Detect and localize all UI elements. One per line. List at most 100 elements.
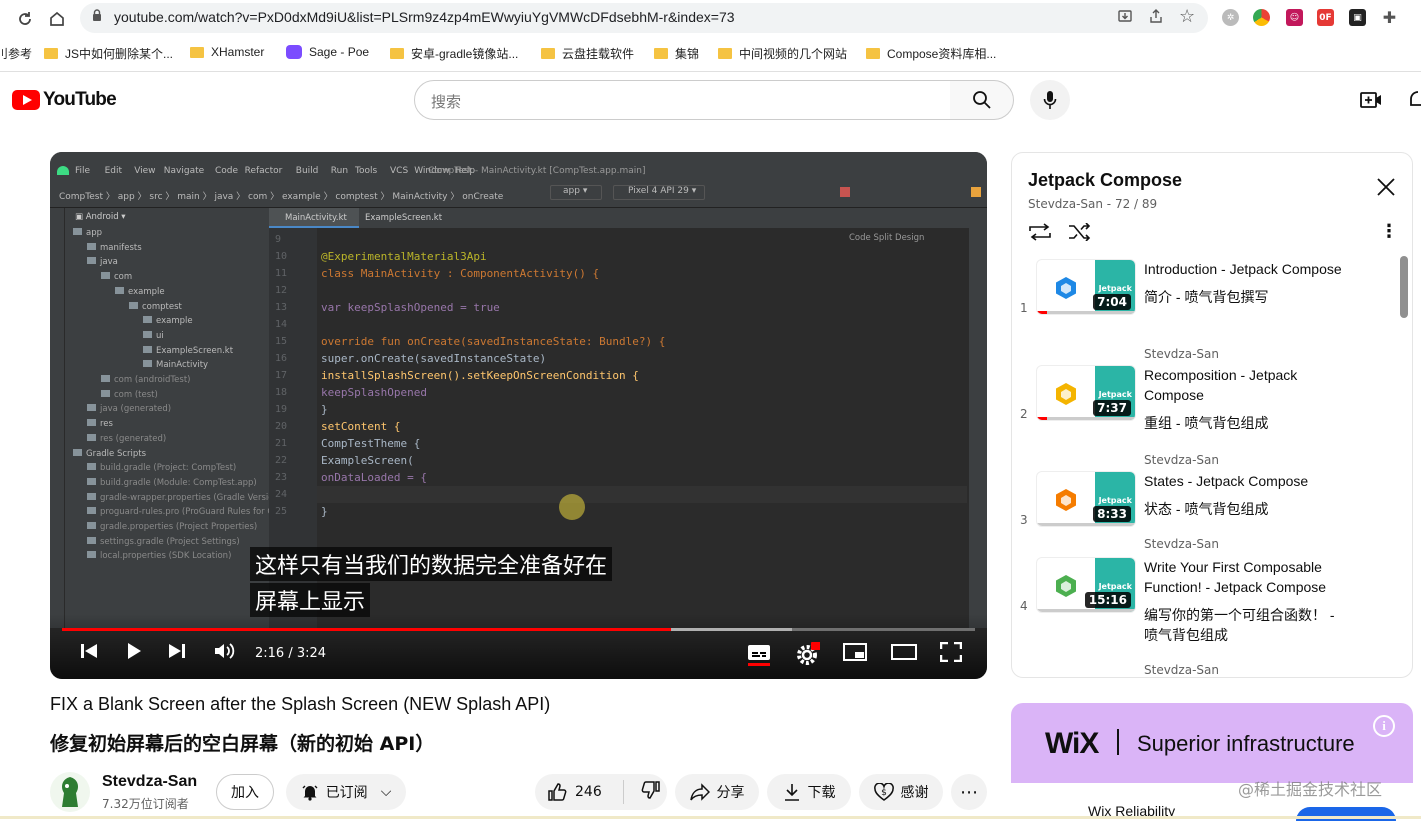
playlist-thumbnail[interactable]: Jetpack 15:16 [1036,557,1136,613]
search-input[interactable]: 搜索 [414,80,951,120]
line-number: 12 [275,285,288,296]
ide-plugin-icon [971,187,981,197]
youtube-logo[interactable]: YouTube [12,89,117,111]
folder-icon [73,448,82,456]
bookmark-6[interactable]: 集锦 [654,45,699,62]
reload-icon[interactable] [12,6,38,32]
like-button[interactable]: 246 [547,782,602,802]
bookmark-5[interactable]: 云盘挂载软件 [541,45,634,62]
bookmark-0[interactable]: 刂参考 [0,45,32,62]
bookmarks-bar: 刂参考 JS中如何删除某个... XHamster Sage - Poe 安卓-… [0,40,1421,66]
run-config-select: app ▾ [550,185,602,200]
volume-icon[interactable] [214,642,236,665]
bell-icon [302,785,318,801]
playlist-item-title: States - Jetpack Compose 状态 - 喷气背包组成 [1144,471,1344,519]
playlist-thumbnail[interactable]: Jetpack 8:33 [1036,471,1136,527]
chevron-down-icon: ⌵ [380,784,392,800]
channel-avatar[interactable] [50,772,90,812]
channel-name[interactable]: Stevdza-San [102,773,197,791]
playlist-item[interactable]: 2 Jetpack 7:37 Recomposition - Jetpack Comp… [1012,365,1402,471]
project-tree-item: com [101,272,132,282]
bookmark-7[interactable]: 中间视频的几个网站 [718,45,847,62]
cursor-highlight [559,494,585,520]
miniplayer-icon[interactable] [843,642,867,667]
code-line: installSplashScreen().setKeepOnScreenCon… [321,369,639,382]
theater-mode-icon[interactable] [891,642,917,667]
ad-info-icon[interactable]: i [1373,715,1395,737]
install-icon[interactable] [1117,8,1133,28]
settings-gear-icon[interactable] [796,642,822,671]
code-line: override fun onCreate(savedInstanceState… [321,335,666,348]
voice-search-button[interactable] [1030,80,1070,120]
playlist-thumbnail[interactable]: Jetpack 7:04 [1036,259,1136,315]
playlist-item[interactable]: 1 Jetpack 7:04 Introduction - Jetpack Compo… [1012,259,1402,365]
next-icon[interactable] [168,642,186,665]
dislike-button[interactable] [641,780,661,804]
bookmark-1[interactable]: JS中如何删除某个... [44,45,173,62]
subtitle-line-2: 屏幕上显示 [250,583,371,617]
notifications-bell-icon[interactable] [1408,89,1421,115]
close-icon[interactable] [1376,177,1396,201]
folder-icon [190,46,204,58]
folder-icon [143,316,152,324]
url-text[interactable]: youtube.com/watch?v=PxD0dxMd9iU&list=PLS… [114,9,735,25]
project-tree-item: proguard-rules.pro (ProGuard Rules for C [87,507,273,517]
thumbnail-recycle-icon [1041,374,1091,414]
chrome-extension-icon[interactable] [1253,9,1270,26]
playlist-item-translation: 重组 - 喷气背包组成 [1144,415,1269,431]
puzzle-icon[interactable]: ✚ [1381,8,1398,27]
more-actions-icon[interactable]: ⋯ [951,774,987,810]
bookmark-4[interactable]: 安卓-gradle镜像站... [390,45,518,62]
home-icon[interactable] [44,6,70,32]
thanks-button[interactable]: $ 感谢 [859,774,943,810]
current-line-highlight [317,486,967,503]
loop-icon[interactable] [1028,223,1052,245]
bookmark-2[interactable]: XHamster [190,45,264,59]
playlist-item-channel: Stevdza-San [1144,453,1219,467]
project-view-select: ▣ Android ▾ [75,212,126,222]
bookmark-8[interactable]: Compose资料库相... [866,45,996,62]
previous-icon[interactable] [80,642,98,665]
playlist-panel: Jetpack Compose Stevdza-San - 72 / 89 ⋮ … [1011,152,1413,678]
progress-bar[interactable] [62,628,975,631]
project-tree-item: gradle.properties (Project Properties) [87,522,257,532]
share-icon[interactable] [1148,8,1164,28]
extension-dark-icon[interactable]: ▣ [1349,9,1366,26]
extension-badge-icon[interactable]: 0F [1317,9,1334,26]
ide-toolbar: File Edit View Navigate Code Refactor Build Run… [50,152,987,208]
thumbnail-hexagon-icon [1041,268,1091,308]
address-bar[interactable]: youtube.com/watch?v=PxD0dxMd9iU&list=PLS… [80,3,1208,33]
youtube-wordmark: YouTube [43,89,117,110]
lock-icon[interactable] [92,8,102,26]
playlist-scrollbar[interactable] [1400,256,1408,318]
project-tree-item: comptest [129,301,182,312]
shuffle-icon[interactable] [1068,222,1092,245]
playlist-title[interactable]: Jetpack Compose [1028,170,1182,191]
extension-pink-icon[interactable]: ☺ [1286,9,1303,26]
code-line: class MainActivity : ComponentActivity()… [321,267,600,280]
search-button[interactable] [950,80,1014,120]
playlist-thumbnail[interactable]: Jetpack 7:37 [1036,365,1136,421]
subscribed-button[interactable]: 已订阅 ⌵ [286,774,406,810]
playlist-item-index: 1 [1020,301,1028,315]
ide-menu-item: Tools [355,166,378,176]
join-button[interactable]: 加入 [216,774,274,810]
playlist-menu-icon[interactable]: ⋮ [1380,221,1398,242]
folder-icon [73,228,82,235]
share-button[interactable]: 分享 [675,774,759,810]
project-tree-item: java [87,257,118,267]
bookmark-3[interactable]: Sage - Poe [286,45,369,59]
code-line: super.onCreate(savedInstanceState) [321,352,547,365]
video-player[interactable]: File Edit View Navigate Code Refactor Build Run… [50,152,987,679]
fullscreen-icon[interactable] [939,641,963,667]
create-video-icon[interactable] [1360,90,1382,114]
download-button[interactable]: 下载 [767,774,851,810]
subtitles-icon[interactable] [747,642,771,671]
bookmark-star-icon[interactable]: ☆ [1179,6,1195,27]
extension-gear-icon[interactable]: ✲ [1222,9,1239,26]
ad-banner[interactable]: WiX Superior infrastructure i [1011,703,1413,783]
play-icon[interactable] [125,642,143,665]
line-number: 10 [275,251,288,262]
playlist-item[interactable]: 4 Jetpack 15:16 Write Your First Composable… [1012,557,1402,677]
line-number: 11 [275,268,288,279]
